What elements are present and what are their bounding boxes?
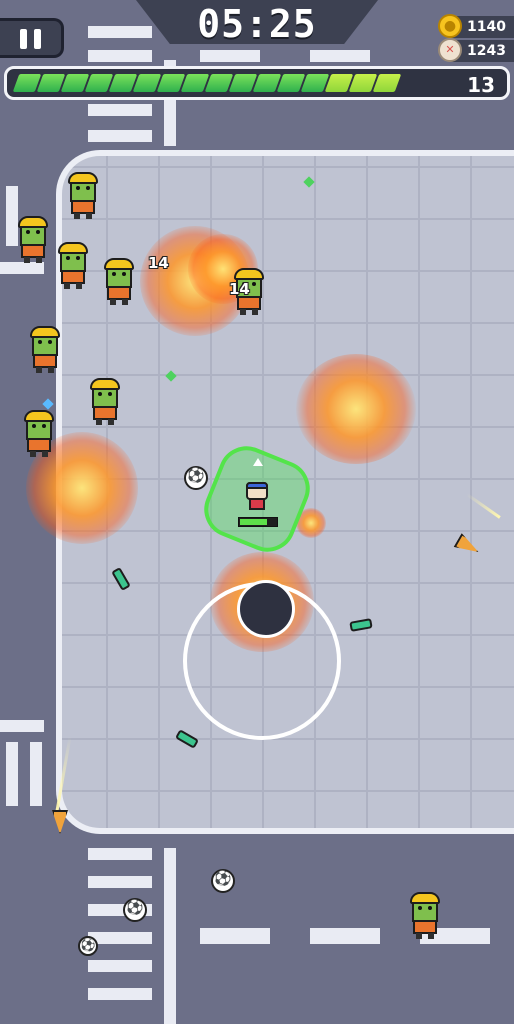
coin-count: 1140 bbox=[467, 19, 506, 35]
zombie-enemy bbox=[66, 172, 100, 220]
zombie-enemy bbox=[22, 410, 56, 458]
zombie-enemy bbox=[408, 892, 442, 940]
zombie-enemy bbox=[16, 216, 50, 264]
coin-icon: ● bbox=[438, 14, 462, 38]
level-number: 13 bbox=[467, 73, 495, 97]
coin-counter: ● 1140 bbox=[438, 14, 514, 38]
zombie-enemy bbox=[56, 242, 90, 290]
experience-fill bbox=[12, 74, 472, 92]
soccer-ball-projectile: ⚽ bbox=[78, 936, 98, 956]
direction-arrow-icon bbox=[253, 458, 263, 466]
zombie-enemy bbox=[28, 326, 62, 374]
zombie-enemy bbox=[102, 258, 136, 306]
player-character bbox=[244, 482, 270, 512]
joystick-knob[interactable] bbox=[237, 580, 295, 638]
soccer-ball-projectile: ⚽ bbox=[184, 466, 208, 490]
player-health-fill bbox=[240, 519, 267, 525]
zombie-enemy bbox=[88, 378, 122, 426]
pause-button[interactable] bbox=[0, 18, 64, 58]
experience-bar: 13 bbox=[4, 66, 510, 100]
player-health-bar bbox=[238, 517, 278, 527]
kill-counter: ✕ 1243 bbox=[438, 38, 514, 62]
damage-number: 14 bbox=[148, 254, 169, 272]
fire-effect bbox=[296, 354, 416, 464]
soccer-ball-projectile: ⚽ bbox=[123, 898, 147, 922]
skull-icon: ✕ bbox=[438, 38, 462, 62]
damage-number: 14 bbox=[229, 280, 250, 298]
soccer-ball-projectile: ⚽ bbox=[211, 869, 235, 893]
survival-timer: 05:25 bbox=[197, 2, 317, 46]
kill-count: 1243 bbox=[467, 43, 506, 59]
xp-segment bbox=[372, 74, 402, 92]
